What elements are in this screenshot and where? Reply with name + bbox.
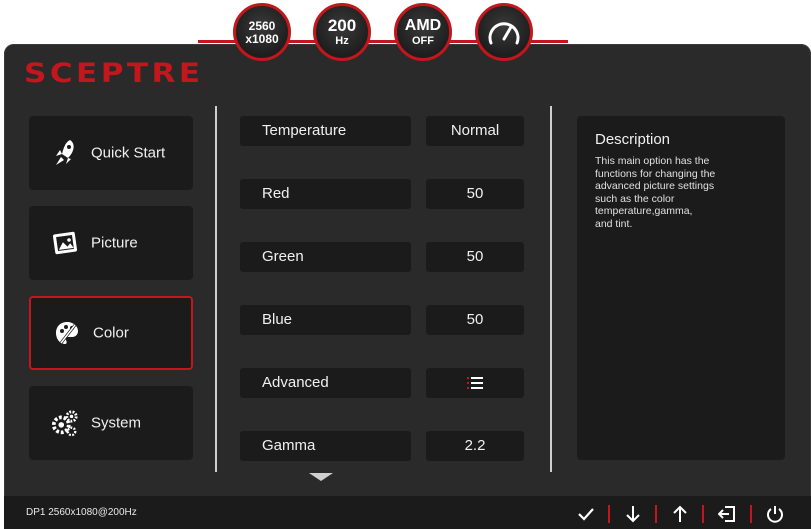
list-icon bbox=[467, 377, 483, 389]
input-status-text: DP1 2560x1080@200Hz bbox=[26, 507, 137, 518]
setting-blue-value[interactable]: 50 bbox=[426, 305, 524, 335]
footer-separator bbox=[750, 505, 752, 523]
exit-button[interactable] bbox=[710, 500, 744, 528]
footer-separator bbox=[608, 505, 610, 523]
setting-blue-label[interactable]: Blue bbox=[240, 305, 411, 335]
amd-freesync-badge: AMD OFF bbox=[394, 3, 452, 61]
arrow-down-icon bbox=[626, 506, 640, 523]
setting-green-value[interactable]: 50 bbox=[426, 242, 524, 272]
check-icon bbox=[578, 508, 594, 521]
menu-item-label: Picture bbox=[91, 234, 138, 252]
setting-advanced-label[interactable]: Advanced bbox=[240, 368, 411, 398]
gears-icon bbox=[51, 409, 79, 437]
menu-item-label: Quick Start bbox=[91, 144, 166, 162]
setting-gamma-value[interactable]: 2.2 bbox=[426, 431, 524, 461]
rocket-icon bbox=[51, 139, 79, 167]
setting-gamma-label[interactable]: Gamma bbox=[240, 431, 411, 461]
setting-advanced-value[interactable] bbox=[426, 368, 524, 398]
menu-item-picture[interactable]: Picture bbox=[29, 206, 193, 280]
speedometer-icon bbox=[488, 22, 520, 45]
down-button[interactable] bbox=[616, 500, 650, 528]
left-divider bbox=[215, 106, 217, 472]
scroll-down-arrow-icon[interactable] bbox=[309, 473, 333, 481]
footer-separator bbox=[655, 505, 657, 523]
setting-temperature-label[interactable]: Temperature bbox=[240, 116, 411, 146]
setting-temperature-value[interactable]: Normal bbox=[426, 116, 524, 146]
speedometer-badge bbox=[475, 3, 533, 61]
menu-item-color[interactable]: Color bbox=[29, 296, 193, 370]
power-icon bbox=[767, 506, 783, 523]
menu-item-quick-start[interactable]: Quick Start bbox=[29, 116, 193, 190]
setting-red-value[interactable]: 50 bbox=[426, 179, 524, 209]
description-panel: Description This main option has the fun… bbox=[577, 116, 785, 460]
power-button[interactable] bbox=[758, 500, 792, 528]
confirm-button[interactable] bbox=[569, 500, 603, 528]
menu-item-label: System bbox=[91, 414, 142, 432]
up-button[interactable] bbox=[663, 500, 697, 528]
right-divider bbox=[550, 106, 552, 472]
exit-icon bbox=[718, 506, 735, 522]
palette-icon bbox=[53, 319, 81, 347]
sceptre-logo: SCEPTRE bbox=[24, 58, 204, 89]
footer-separator bbox=[702, 505, 704, 523]
refresh-rate-badge: 200 Hz bbox=[313, 3, 371, 61]
menu-item-label: Color bbox=[93, 324, 129, 342]
description-text: This main option has the functions for c… bbox=[595, 155, 716, 230]
setting-green-label[interactable]: Green bbox=[240, 242, 411, 272]
menu-item-system[interactable]: System bbox=[29, 386, 193, 460]
resolution-badge: 2560 x1080 bbox=[233, 3, 291, 61]
arrow-up-icon bbox=[673, 505, 687, 522]
description-title: Description bbox=[595, 131, 671, 148]
picture-icon bbox=[51, 229, 79, 257]
setting-red-label[interactable]: Red bbox=[240, 179, 411, 209]
